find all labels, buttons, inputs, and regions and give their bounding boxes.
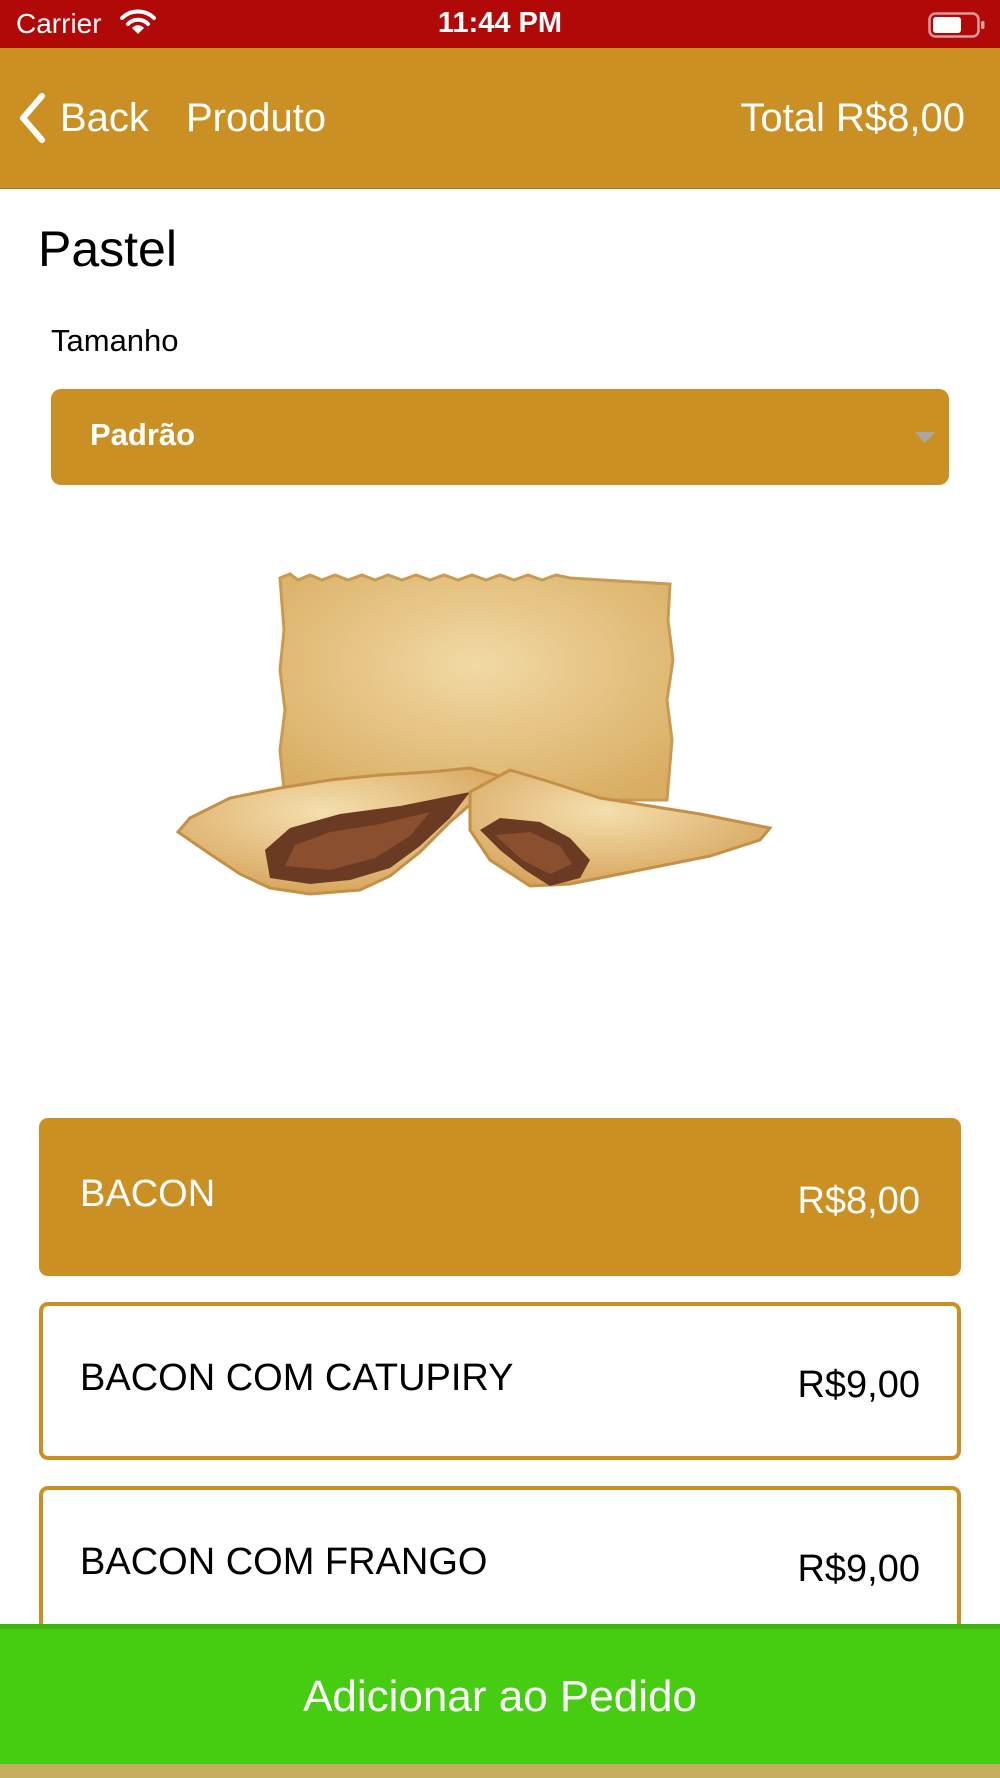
option-name: BACON COM CATUPIRY (80, 1357, 514, 1399)
option-name: BACON (80, 1173, 216, 1215)
bottom-strip (0, 1764, 1000, 1778)
chevron-left-icon (20, 93, 45, 143)
add-to-order-button[interactable]: Adicionar ao Pedido (0, 1624, 1000, 1769)
navigation-bar: Back Produto Total R$8,00 (0, 48, 1000, 189)
option-item-bacon-com-catupiry[interactable]: BACON COM CATUPIRY R$9,00 (39, 1302, 961, 1460)
back-label: Back (60, 95, 149, 140)
add-to-order-label: Adicionar ao Pedido (303, 1672, 697, 1721)
back-button[interactable]: Back (18, 88, 149, 148)
battery-icon (928, 12, 985, 38)
size-select-value: Padrão (90, 417, 196, 452)
size-label: Tamanho (51, 323, 179, 358)
chevron-down-icon (915, 432, 935, 443)
size-select[interactable]: Padrão (51, 389, 949, 485)
option-item-bacon-com-frango[interactable]: BACON COM FRANGO R$9,00 (39, 1486, 961, 1644)
option-name: BACON COM FRANGO (80, 1541, 488, 1583)
product-image (175, 572, 773, 896)
option-price: R$9,00 (797, 1548, 920, 1590)
product-name: Pastel (38, 221, 177, 277)
option-price: R$8,00 (797, 1180, 920, 1222)
status-bar: Carrier 11:44 PM (0, 0, 1000, 48)
order-total: Total R$8,00 (740, 96, 965, 140)
page-title: Produto (186, 96, 327, 140)
option-price: R$9,00 (797, 1364, 920, 1406)
option-item-bacon[interactable]: BACON R$8,00 (39, 1118, 961, 1276)
status-time: 11:44 PM (437, 7, 563, 39)
